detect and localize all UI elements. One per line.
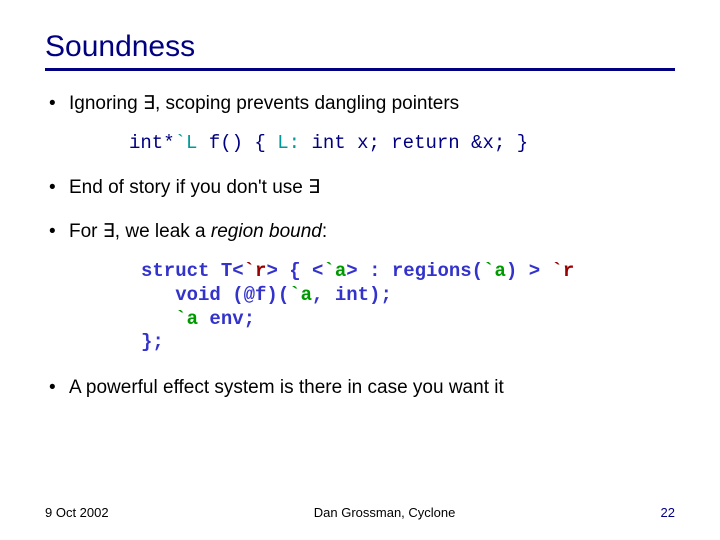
code-seg: [141, 308, 175, 330]
bullet-2: End of story if you don't use ∃: [45, 177, 675, 200]
code-seg: `a: [289, 284, 312, 306]
code-seg: L:: [277, 132, 300, 154]
text: Ignoring: [69, 93, 143, 114]
code-line-1: int*`L f() { L: int x; return &x; }: [129, 132, 675, 155]
code-seg: struct T<: [141, 260, 244, 282]
text: , we leak a: [115, 221, 211, 242]
footer-center: Dan Grossman, Cyclone: [109, 505, 661, 520]
code-seg: `a: [483, 260, 506, 282]
code-seg: `L: [175, 132, 198, 154]
slide-body: Ignoring ∃, scoping prevents dangling po…: [45, 93, 675, 400]
code-seg: ) >: [506, 260, 552, 282]
bullet-4: A powerful effect system is there in cas…: [45, 377, 675, 400]
emph: region bound: [211, 221, 322, 242]
code-seg: `a: [175, 308, 198, 330]
text: A powerful effect system is there in cas…: [69, 377, 504, 398]
footer: 9 Oct 2002 Dan Grossman, Cyclone 22: [45, 505, 675, 520]
footer-page: 22: [661, 505, 675, 520]
footer-date: 9 Oct 2002: [45, 505, 109, 520]
text: :: [322, 221, 327, 242]
code-seg: `r: [552, 260, 575, 282]
slide: Soundness Ignoring ∃, scoping prevents d…: [0, 0, 720, 540]
slide-title: Soundness: [45, 30, 675, 71]
code-block: struct T<`r> { <`a> : regions(`a) > `r v…: [141, 260, 675, 355]
text: End of story if you don't use: [69, 177, 308, 198]
code-seg: `r: [244, 260, 267, 282]
code-seg: > : regions(: [346, 260, 483, 282]
code-seg: > { <: [266, 260, 323, 282]
code-seg: int*: [129, 132, 175, 154]
code-seg: `a: [323, 260, 346, 282]
code-seg: f() {: [197, 132, 277, 154]
bullet-3: For ∃, we leak a region bound: struct T<…: [45, 221, 675, 355]
code-seg: int x; return &x; }: [300, 132, 528, 154]
exists-symbol: ∃: [308, 177, 320, 198]
exists-symbol: ∃: [143, 93, 155, 114]
exists-symbol: ∃: [103, 221, 115, 242]
code-seg: env;: [198, 308, 255, 330]
code-seg: void (@f)(: [141, 284, 289, 306]
bullet-list: Ignoring ∃, scoping prevents dangling po…: [45, 93, 675, 400]
code-seg: , int);: [312, 284, 392, 306]
text: , scoping prevents dangling pointers: [155, 93, 459, 114]
bullet-1: Ignoring ∃, scoping prevents dangling po…: [45, 93, 675, 155]
text: For: [69, 221, 103, 242]
code-seg: };: [141, 331, 164, 353]
